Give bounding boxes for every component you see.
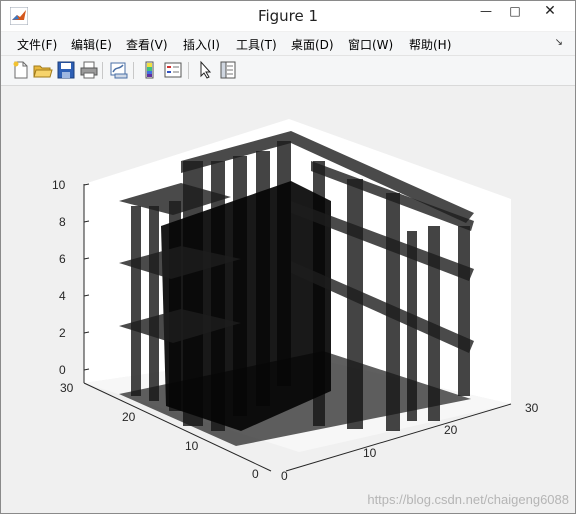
link-plot-icon[interactable] bbox=[109, 60, 129, 80]
y-tick-label: 0 bbox=[252, 467, 259, 481]
y-tick-label: 30 bbox=[60, 381, 74, 395]
x-tick-label: 30 bbox=[525, 401, 539, 415]
close-icon: ✕ bbox=[544, 3, 556, 19]
menu-tools[interactable]: 工具(T) bbox=[236, 36, 277, 53]
insert-colorbar-icon[interactable] bbox=[140, 60, 160, 80]
column bbox=[149, 206, 159, 401]
close-button[interactable]: ✕ bbox=[528, 1, 572, 23]
maximize-button[interactable]: □ bbox=[500, 1, 530, 23]
menu-view[interactable]: 查看(V) bbox=[126, 36, 168, 53]
menu-desktop[interactable]: 桌面(D) bbox=[291, 36, 334, 53]
insert-legend-icon[interactable] bbox=[163, 60, 183, 80]
dock-menu-icon[interactable]: ↘ bbox=[555, 37, 563, 48]
new-figure-icon[interactable] bbox=[11, 60, 31, 80]
title-bar[interactable]: Figure 1 — □ ✕ bbox=[1, 1, 575, 31]
maximize-icon: □ bbox=[509, 4, 521, 18]
menu-file[interactable]: 文件(F) bbox=[17, 36, 57, 53]
minimize-icon: — bbox=[480, 4, 492, 18]
property-inspector-icon[interactable] bbox=[218, 60, 238, 80]
z-tick-label: 8 bbox=[59, 215, 66, 229]
column bbox=[131, 206, 141, 396]
x-tick-label: 20 bbox=[444, 423, 458, 437]
menu-edit[interactable]: 编辑(E) bbox=[71, 36, 112, 53]
toolbar-separator bbox=[133, 62, 134, 79]
menu-insert[interactable]: 插入(I) bbox=[183, 36, 220, 53]
toolbar-separator bbox=[188, 62, 189, 79]
axes-3d[interactable]: 0 2 4 6 8 10 30 20 10 0 0 10 20 30 bbox=[1, 86, 575, 513]
z-tick-label: 4 bbox=[59, 289, 66, 303]
figure-toolbar bbox=[1, 56, 575, 86]
save-icon[interactable] bbox=[56, 60, 76, 80]
z-tick-label: 10 bbox=[52, 178, 66, 192]
menu-help[interactable]: 帮助(H) bbox=[409, 36, 451, 53]
menu-window[interactable]: 窗口(W) bbox=[348, 36, 393, 53]
y-tick-label: 20 bbox=[122, 410, 136, 424]
figure-canvas[interactable]: 0 2 4 6 8 10 30 20 10 0 0 10 20 30 https… bbox=[1, 86, 575, 513]
z-tick-label: 6 bbox=[59, 252, 66, 266]
open-file-icon[interactable] bbox=[33, 60, 53, 80]
y-tick-label: 10 bbox=[185, 439, 199, 453]
watermark-text: https://blog.csdn.net/chaigeng6088 bbox=[367, 492, 569, 507]
edit-plot-arrow-icon[interactable] bbox=[196, 60, 216, 80]
x-tick-label: 10 bbox=[363, 446, 377, 460]
z-tick-label: 2 bbox=[59, 326, 66, 340]
menu-bar: 文件(F) 编辑(E) 查看(V) 插入(I) 工具(T) 桌面(D) 窗口(W… bbox=[1, 32, 575, 56]
toolbar-separator bbox=[102, 62, 103, 79]
figure-window: Figure 1 — □ ✕ 文件(F) 编辑(E) 查看(V) 插入(I) 工… bbox=[0, 0, 576, 514]
print-icon[interactable] bbox=[79, 60, 99, 80]
column bbox=[458, 226, 470, 396]
minimize-button[interactable]: — bbox=[471, 1, 501, 23]
x-tick-label: 0 bbox=[281, 469, 288, 483]
z-tick-label: 0 bbox=[59, 363, 66, 377]
